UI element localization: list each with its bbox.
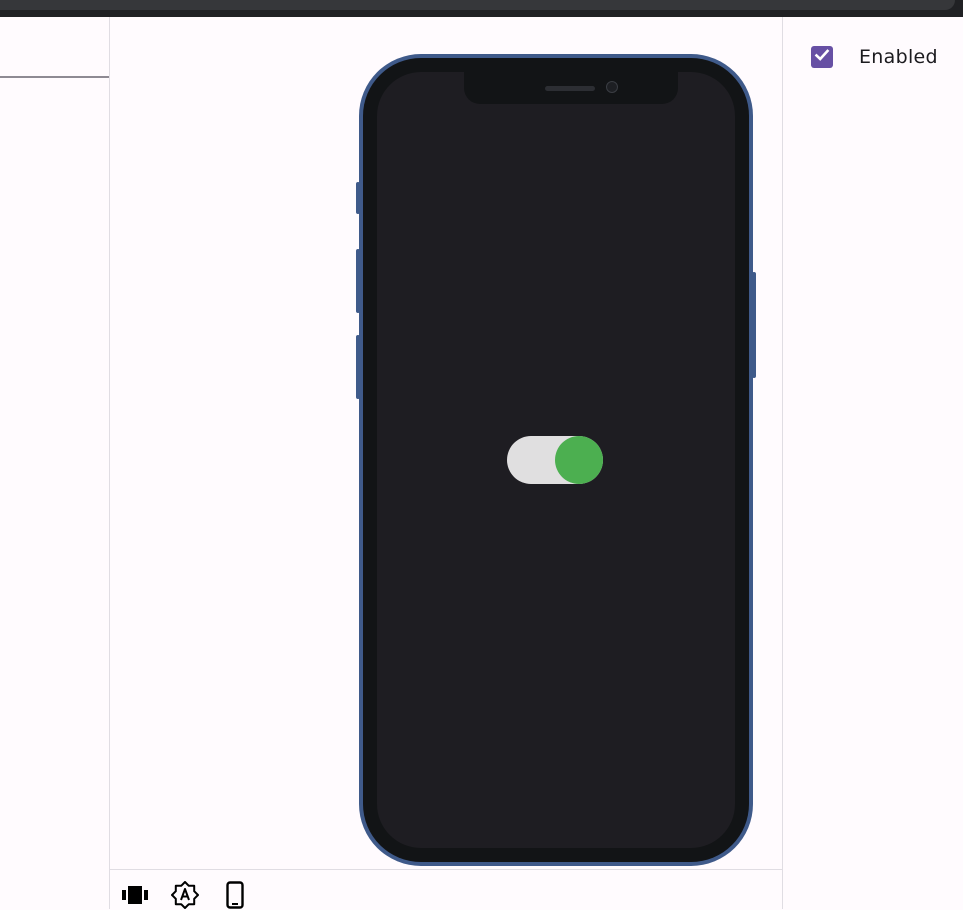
check-icon	[814, 47, 830, 67]
enabled-knob-row: Enabled	[811, 45, 938, 69]
phone-bezel	[363, 58, 749, 862]
knobs-panel: Enabled	[782, 17, 963, 909]
enabled-label: Enabled	[859, 46, 938, 68]
view-carousel-icon	[122, 886, 148, 904]
phone-side-button-volume-down	[356, 335, 360, 399]
phone-side-button-power	[752, 272, 756, 378]
brightness-auto-icon	[171, 881, 199, 909]
preview-switch[interactable]	[507, 436, 603, 484]
brightness-auto-button[interactable]	[170, 880, 200, 910]
switch-thumb	[555, 436, 603, 484]
phone-side-button-volume-up	[356, 249, 360, 313]
phone-device-frame	[356, 54, 756, 866]
preview-toolbar	[110, 869, 782, 910]
device-preview-area	[110, 17, 782, 869]
phone-notch	[464, 72, 678, 104]
phone-speaker	[545, 86, 595, 91]
phone-side-button-mute	[356, 182, 360, 214]
sidebar-divider	[0, 76, 109, 78]
device-frame-button[interactable]	[220, 880, 250, 910]
window-top-bar-inner	[0, 0, 955, 10]
phone-screen	[377, 72, 735, 848]
left-sidebar	[0, 17, 110, 909]
enabled-checkbox[interactable]	[811, 46, 833, 68]
window-top-bar	[0, 0, 963, 17]
view-carousel-button[interactable]	[120, 880, 150, 910]
phone-camera	[606, 81, 618, 93]
phone-device-icon	[226, 881, 244, 909]
